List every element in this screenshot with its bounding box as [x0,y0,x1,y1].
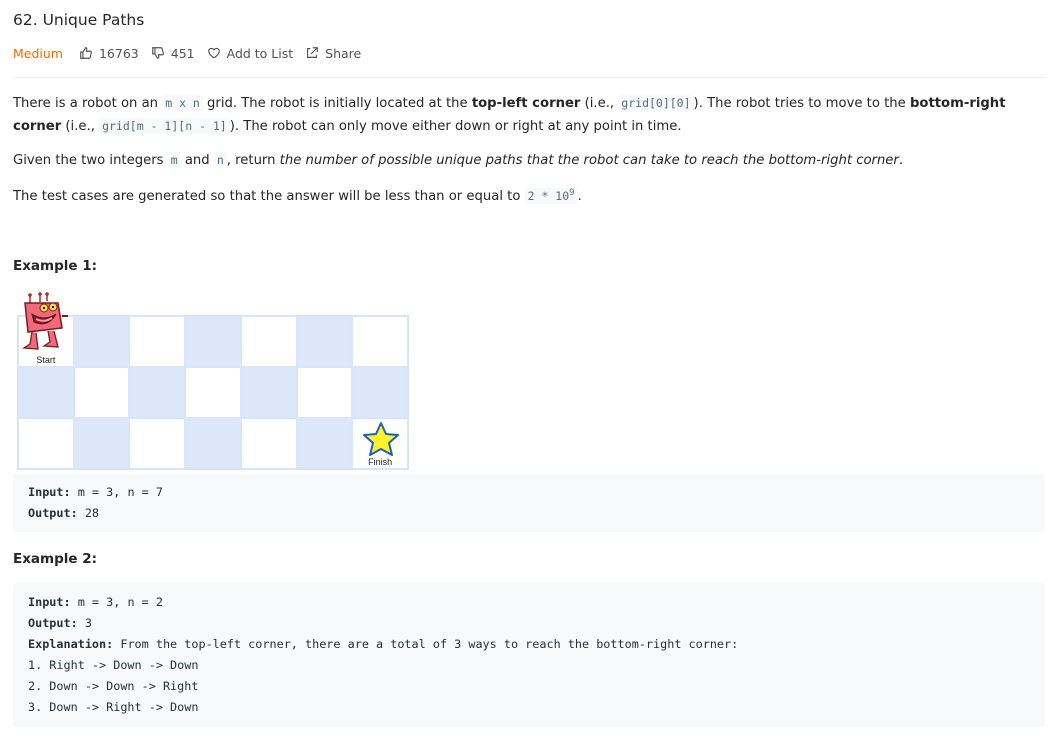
grid-cell [73,367,130,418]
example-2-input-line: Input: m = 3, n = 2 [28,592,1030,613]
example-2-step-line: 1. Right -> Down -> Down [28,658,199,672]
problem-page: 62. Unique Paths Medium 16763 451 Add to… [0,0,1059,752]
desc-text: There is a robot on an [13,96,163,111]
start-label: Start [36,355,56,365]
grid-cell [73,316,130,367]
dislike-count: 451 [170,45,195,61]
explanation-label: Explanation: [28,637,114,651]
code-upper-bound-base: 2 * 10 [527,189,570,203]
grid-cell [18,418,74,469]
dislike-button[interactable]: 451 [151,46,195,61]
share-icon [307,47,318,58]
problem-title: 62. Unique Paths [13,11,145,29]
grid-cell [240,367,297,418]
code-n: n [213,152,227,168]
star-icon [363,422,399,456]
grid-cell [296,418,353,469]
input-label: Input: [28,595,71,609]
desc-text: and [180,153,214,168]
desc-text: ). The robot can only move either down o… [229,119,682,134]
share-button[interactable]: Share [305,46,361,61]
example-1-title: Example 1: [13,258,98,274]
like-count: 16763 [98,45,139,61]
output-label: Output: [28,616,78,630]
grid-cell [18,367,74,418]
desc-text: ). The robot tries to move to the [693,96,910,111]
code-m: m [167,152,181,168]
input-value: m = 3, n = 2 [70,595,163,609]
add-to-list-label: Add to List [226,45,294,61]
example-2-output-line: Output: 3 [28,613,1030,634]
heart-icon [207,47,220,59]
example-1-code-block: Input: m = 3, n = 7 Output: 28 [13,474,1045,532]
bold-top-left: top-left corner [471,96,581,111]
example-2-step-line: 3. Down -> Right -> Down [28,700,199,714]
code-m-x-n: m x n [162,95,203,111]
example-2-title: Example 2: [13,551,98,567]
desc-text: (i.e., [61,119,100,134]
example-2-code-block: Input: m = 3, n = 2 Output: 3 Explanatio… [13,583,1045,727]
thumbs-down-icon [151,47,164,59]
desc-text: . [898,153,904,168]
like-button[interactable]: 16763 [79,46,139,61]
italic-return-text: the number of possible unique paths that… [279,153,899,168]
code-upper-bound-exponent: 9 [569,188,575,199]
example-grid-image: Start Finish [17,315,409,470]
desc-text: . [577,189,582,204]
add-to-list-button[interactable]: Add to List [207,45,294,61]
description-paragraph-3: The test cases are generated so that the… [13,185,1047,208]
grid-cell [185,367,241,418]
example-2-explanation-line: Explanation: From the top-left corner, t… [28,634,1030,655]
explanation-value: From the top-left corner, there are a to… [113,637,739,651]
desc-text: The test cases are generated so that the… [13,189,525,204]
example-2-step-line: 2. Down -> Down -> Right [28,679,199,693]
code-grid-end: grid[m - 1][n - 1] [99,118,230,134]
description-paragraph-1: There is a robot on an m x n grid. The r… [13,92,1047,138]
header-divider [13,77,1045,78]
grid-cell [296,316,353,367]
desc-text: grid. The robot is initially located at … [202,96,472,111]
problem-meta-bar: Medium 16763 451 Add to List Share [13,45,373,61]
code-upper-bound: 2 * 109 [524,188,578,204]
grid-cell [296,367,353,418]
output-value: 3 [77,616,92,630]
grid-cell [240,316,297,367]
desc-text: Given the two integers [13,153,168,168]
grid-cell [185,316,241,367]
robot-icon [22,292,68,350]
thumbs-up-icon [80,47,92,59]
grid-cell [185,418,241,469]
input-value: m = 3, n = 7 [70,485,163,499]
code-grid-start: grid[0][0] [618,95,694,111]
input-label: Input: [28,485,71,499]
output-label: Output: [28,506,78,520]
output-value: 28 [77,506,100,520]
desc-text: (i.e., [580,96,619,111]
example-1-output-line: Output: 28 [28,503,1030,524]
example-1-input-line: Input: m = 3, n = 7 [28,482,1030,503]
grid-cell [73,418,130,469]
finish-label: Finish [368,457,393,467]
grid-cell [352,367,408,418]
grid-cell [129,418,186,469]
grid-cell [240,418,297,469]
difficulty-badge: Medium [13,45,63,61]
grid-cell [129,316,186,367]
desc-text: , return [226,153,280,168]
share-label: Share [325,45,362,61]
grid-cell [352,316,408,367]
description-paragraph-2: Given the two integers m and n, return t… [13,149,1047,172]
grid-cell [129,367,186,418]
